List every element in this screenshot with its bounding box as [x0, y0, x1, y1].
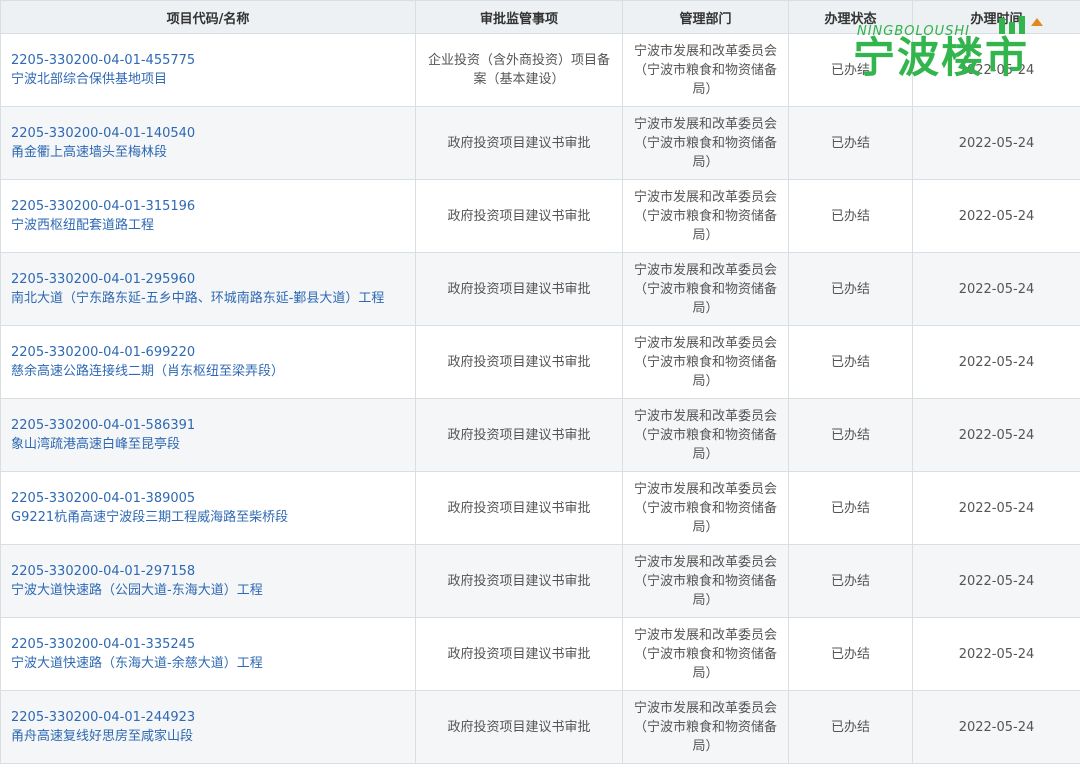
department: 宁波市发展和改革委员会（宁波市粮食和物资储备局） [622, 617, 789, 691]
header-date: 办理时间 [912, 0, 1080, 34]
project-cell: 2205-330200-04-01-586391 象山湾疏港高速白峰至昆亭段 [0, 398, 416, 472]
process-date: 2022-05-24 [912, 544, 1080, 618]
status: 已办结 [788, 179, 913, 253]
status: 已办结 [788, 690, 913, 764]
header-department: 管理部门 [622, 0, 789, 34]
project-name-link[interactable]: 甬舟高速复线好思房至咸家山段 [11, 727, 407, 746]
process-date: 2022-05-24 [912, 398, 1080, 472]
project-cell: 2205-330200-04-01-140540 甬金衢上高速墙头至梅林段 [0, 106, 416, 180]
project-name-link[interactable]: 宁波大道快速路（公园大道-东海大道）工程 [11, 581, 407, 600]
department: 宁波市发展和改革委员会（宁波市粮食和物资储备局） [622, 544, 789, 618]
project-cell: 2205-330200-04-01-244923 甬舟高速复线好思房至咸家山段 [0, 690, 416, 764]
table-row: 2205-330200-04-01-335245 宁波大道快速路（东海大道-余慈… [0, 617, 1080, 691]
header-status: 办理状态 [788, 0, 913, 34]
process-date: 2022-05-24 [912, 252, 1080, 326]
department: 宁波市发展和改革委员会（宁波市粮食和物资储备局） [622, 471, 789, 545]
process-date: 2022-05-24 [912, 179, 1080, 253]
process-date: 2022-05-24 [912, 33, 1080, 107]
status: 已办结 [788, 325, 913, 399]
process-date: 2022-05-24 [912, 690, 1080, 764]
department: 宁波市发展和改革委员会（宁波市粮食和物资储备局） [622, 252, 789, 326]
table-row: 2205-330200-04-01-455775 宁波北部综合保供基地项目 企业… [0, 33, 1080, 107]
table-header-row: 项目代码/名称 审批监管事项 管理部门 办理状态 办理时间 [0, 0, 1080, 34]
table-row: 2205-330200-04-01-699220 慈余高速公路连接线二期（肖东枢… [0, 325, 1080, 399]
project-code-link[interactable]: 2205-330200-04-01-455775 [11, 51, 407, 70]
process-date: 2022-05-24 [912, 106, 1080, 180]
process-date: 2022-05-24 [912, 617, 1080, 691]
project-code-link[interactable]: 2205-330200-04-01-315196 [11, 197, 407, 216]
department: 宁波市发展和改革委员会（宁波市粮食和物资储备局） [622, 33, 789, 107]
approval-matter: 政府投资项目建议书审批 [415, 252, 623, 326]
approval-matter: 企业投资（含外商投资）项目备案（基本建设） [415, 33, 623, 107]
project-code-link[interactable]: 2205-330200-04-01-140540 [11, 124, 407, 143]
project-name-link[interactable]: 宁波西枢纽配套道路工程 [11, 216, 407, 235]
status: 已办结 [788, 617, 913, 691]
department: 宁波市发展和改革委员会（宁波市粮食和物资储备局） [622, 325, 789, 399]
project-code-link[interactable]: 2205-330200-04-01-389005 [11, 489, 407, 508]
project-code-link[interactable]: 2205-330200-04-01-244923 [11, 708, 407, 727]
project-cell: 2205-330200-04-01-295960 南北大道（宁东路东延-五乡中路… [0, 252, 416, 326]
project-name-link[interactable]: 宁波大道快速路（东海大道-余慈大道）工程 [11, 654, 407, 673]
approval-matter: 政府投资项目建议书审批 [415, 690, 623, 764]
status: 已办结 [788, 544, 913, 618]
approval-matter: 政府投资项目建议书审批 [415, 398, 623, 472]
header-project-code-name: 项目代码/名称 [0, 0, 416, 34]
department: 宁波市发展和改革委员会（宁波市粮食和物资储备局） [622, 690, 789, 764]
project-code-link[interactable]: 2205-330200-04-01-699220 [11, 343, 407, 362]
project-name-link[interactable]: 宁波北部综合保供基地项目 [11, 70, 407, 89]
status: 已办结 [788, 398, 913, 472]
table-row: 2205-330200-04-01-586391 象山湾疏港高速白峰至昆亭段 政… [0, 398, 1080, 472]
process-date: 2022-05-24 [912, 325, 1080, 399]
table-row: 2205-330200-04-01-140540 甬金衢上高速墙头至梅林段 政府… [0, 106, 1080, 180]
project-code-link[interactable]: 2205-330200-04-01-586391 [11, 416, 407, 435]
status: 已办结 [788, 252, 913, 326]
approval-matter: 政府投资项目建议书审批 [415, 325, 623, 399]
project-name-link[interactable]: 甬金衢上高速墙头至梅林段 [11, 143, 407, 162]
approval-matter: 政府投资项目建议书审批 [415, 471, 623, 545]
project-cell: 2205-330200-04-01-315196 宁波西枢纽配套道路工程 [0, 179, 416, 253]
approval-matter: 政府投资项目建议书审批 [415, 544, 623, 618]
approval-matter: 政府投资项目建议书审批 [415, 106, 623, 180]
department: 宁波市发展和改革委员会（宁波市粮食和物资储备局） [622, 106, 789, 180]
table-row: 2205-330200-04-01-315196 宁波西枢纽配套道路工程 政府投… [0, 179, 1080, 253]
project-name-link[interactable]: 慈余高速公路连接线二期（肖东枢纽至梁弄段） [11, 362, 407, 381]
project-name-link[interactable]: 南北大道（宁东路东延-五乡中路、环城南路东延-鄞县大道）工程 [11, 289, 407, 308]
project-code-link[interactable]: 2205-330200-04-01-295960 [11, 270, 407, 289]
table-row: 2205-330200-04-01-244923 甬舟高速复线好思房至咸家山段 … [0, 690, 1080, 764]
department: 宁波市发展和改革委员会（宁波市粮食和物资储备局） [622, 398, 789, 472]
project-name-link[interactable]: G9221杭甬高速宁波段三期工程威海路至柴桥段 [11, 508, 407, 527]
project-cell: 2205-330200-04-01-297158 宁波大道快速路（公园大道-东海… [0, 544, 416, 618]
project-name-link[interactable]: 象山湾疏港高速白峰至昆亭段 [11, 435, 407, 454]
project-code-link[interactable]: 2205-330200-04-01-335245 [11, 635, 407, 654]
process-date: 2022-05-24 [912, 471, 1080, 545]
header-approval-matter: 审批监管事项 [415, 0, 623, 34]
table-row: 2205-330200-04-01-297158 宁波大道快速路（公园大道-东海… [0, 544, 1080, 618]
approval-matter: 政府投资项目建议书审批 [415, 179, 623, 253]
project-code-link[interactable]: 2205-330200-04-01-297158 [11, 562, 407, 581]
project-cell: 2205-330200-04-01-389005 G9221杭甬高速宁波段三期工… [0, 471, 416, 545]
table-row: 2205-330200-04-01-295960 南北大道（宁东路东延-五乡中路… [0, 252, 1080, 326]
approval-matter: 政府投资项目建议书审批 [415, 617, 623, 691]
status: 已办结 [788, 106, 913, 180]
table-row: 2205-330200-04-01-389005 G9221杭甬高速宁波段三期工… [0, 471, 1080, 545]
project-cell: 2205-330200-04-01-335245 宁波大道快速路（东海大道-余慈… [0, 617, 416, 691]
department: 宁波市发展和改革委员会（宁波市粮食和物资储备局） [622, 179, 789, 253]
approval-table: 项目代码/名称 审批监管事项 管理部门 办理状态 办理时间 2205-33020… [0, 0, 1080, 764]
project-cell: 2205-330200-04-01-699220 慈余高速公路连接线二期（肖东枢… [0, 325, 416, 399]
status: 已办结 [788, 33, 913, 107]
project-cell: 2205-330200-04-01-455775 宁波北部综合保供基地项目 [0, 33, 416, 107]
status: 已办结 [788, 471, 913, 545]
